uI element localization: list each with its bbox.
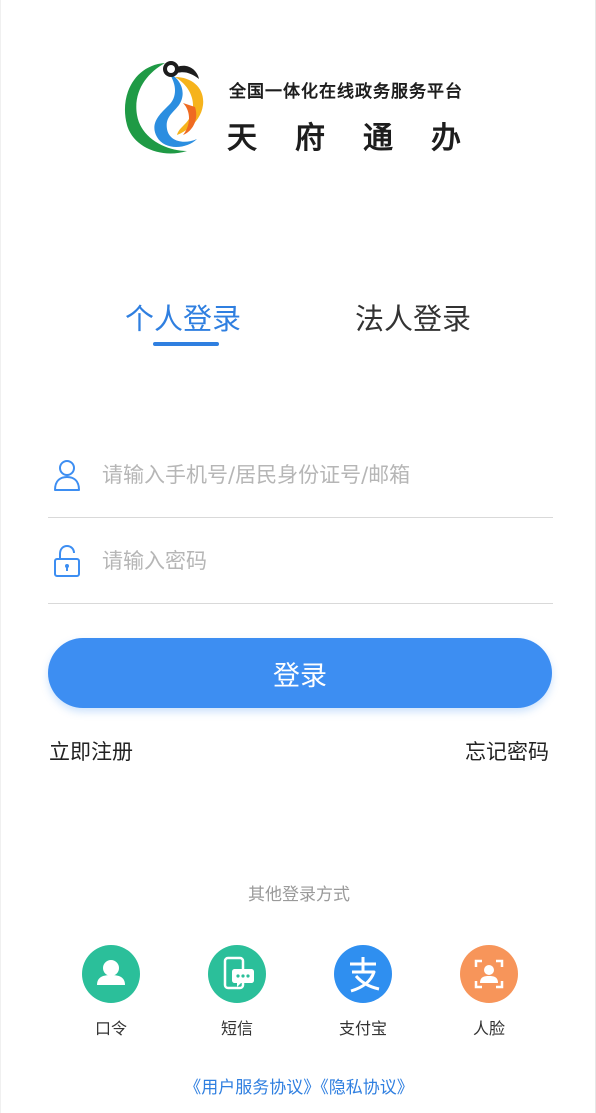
other-login-methods: 口令 短信 支付宝 人脸 xyxy=(1,945,596,1045)
user-icon xyxy=(54,460,80,491)
privacy-agreement-link[interactable]: 《隐私协议》 xyxy=(320,1078,414,1098)
login-page: 全国一体化在线政务服务平台 天府通办 个人登录 法人登录 登录 立即注册 忘记密… xyxy=(0,0,596,1113)
login-method-label: 短信 xyxy=(220,1019,253,1038)
login-method-label: 支付宝 xyxy=(338,1019,387,1038)
brand-name: 天府通办 xyxy=(227,121,499,156)
password-field xyxy=(48,518,553,604)
login-method-label: 口令 xyxy=(94,1019,127,1038)
active-tab-indicator xyxy=(153,342,219,346)
tab-personal-login[interactable]: 个人登录 xyxy=(125,296,241,338)
login-type-tabs: 个人登录 法人登录 xyxy=(1,296,596,356)
account-input[interactable] xyxy=(102,454,542,496)
sms-icon xyxy=(208,945,266,1003)
account-field xyxy=(48,432,553,518)
alipay-icon xyxy=(334,945,392,1003)
tab-legal-person-login[interactable]: 法人登录 xyxy=(355,296,471,338)
other-login-methods-title: 其他登录方式 xyxy=(248,885,350,905)
face-icon xyxy=(460,945,518,1003)
password-input[interactable] xyxy=(102,540,542,582)
forgot-password-link[interactable]: 忘记密码 xyxy=(465,736,549,766)
login-button[interactable]: 登录 xyxy=(48,638,552,708)
login-method-face[interactable]: 人脸 xyxy=(449,945,529,1039)
login-method-passcode[interactable]: 口令 xyxy=(71,945,151,1039)
brand-logo: 全国一体化在线政务服务平台 天府通办 xyxy=(117,55,477,165)
login-method-alipay[interactable]: 支付宝 xyxy=(323,945,403,1039)
brand-slogan: 全国一体化在线政务服务平台 xyxy=(229,82,463,102)
lock-icon xyxy=(54,544,80,577)
login-method-label: 人脸 xyxy=(472,1019,505,1038)
tianfu-logo-icon xyxy=(124,61,204,154)
agreements: 《用户服务协议》《隐私协议》 xyxy=(1,1073,596,1098)
user-service-agreement-link[interactable]: 《用户服务协议》 xyxy=(184,1078,320,1098)
login-method-sms[interactable]: 短信 xyxy=(197,945,277,1039)
register-link[interactable]: 立即注册 xyxy=(49,736,133,766)
user-icon xyxy=(82,945,140,1003)
